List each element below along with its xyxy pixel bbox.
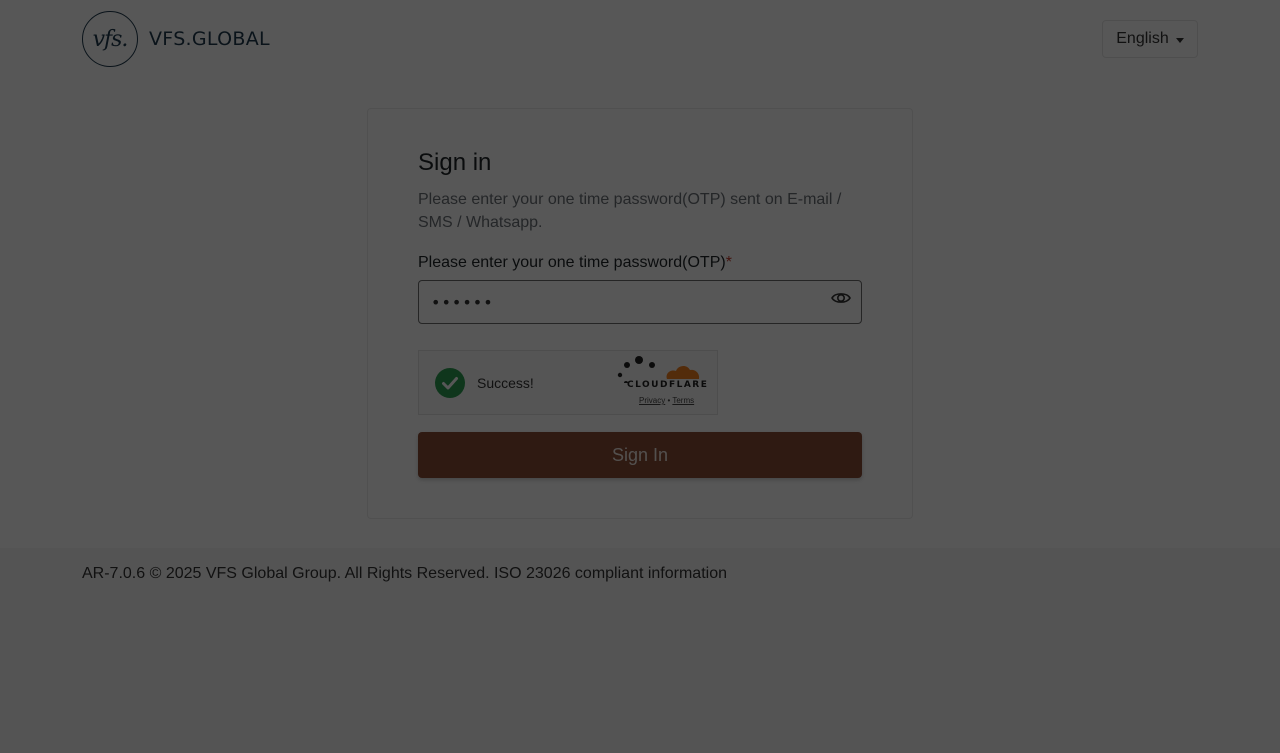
cloudflare-logo-icon xyxy=(617,356,700,385)
link-separator: • xyxy=(667,396,671,405)
signin-button[interactable]: Sign In xyxy=(418,432,862,478)
header: vfs. VFS.GLOBAL English xyxy=(0,0,1280,78)
footer-text: AR-7.0.6 © 2025 VFS Global Group. All Ri… xyxy=(82,565,727,582)
otp-label-text: Please enter your one time password(OTP) xyxy=(418,254,726,271)
language-dropdown[interactable]: English xyxy=(1102,20,1198,58)
captcha-widget[interactable]: Success! CLOUDFLARE Privacy • Terms xyxy=(418,350,718,415)
otp-input[interactable] xyxy=(418,280,862,324)
page: vfs. VFS.GLOBAL English Sign in Please e… xyxy=(0,0,1280,753)
required-marker: * xyxy=(725,254,732,271)
cloudflare-wordmark: CLOUDFLARE xyxy=(627,380,709,390)
captcha-status: Success! xyxy=(477,375,534,391)
signin-subtitle: Please enter your one time password(OTP)… xyxy=(418,191,842,231)
logo-text: VFS.GLOBAL xyxy=(149,28,270,50)
chevron-down-icon xyxy=(1175,37,1184,43)
logo-mark-text: vfs. xyxy=(92,26,129,52)
page-title: Sign in xyxy=(418,149,492,176)
language-label: English xyxy=(1116,30,1169,47)
check-circle-icon xyxy=(435,368,465,398)
cloudflare-links: Privacy • Terms xyxy=(639,396,694,405)
cloudflare-branding: CLOUDFLARE Privacy • Terms xyxy=(617,355,707,411)
logo-mark: vfs. xyxy=(82,11,138,67)
signin-card: Sign in Please enter your one time passw… xyxy=(367,108,913,519)
privacy-link[interactable]: Privacy xyxy=(639,396,665,405)
terms-link[interactable]: Terms xyxy=(672,396,694,405)
vfs-logo[interactable]: vfs. VFS.GLOBAL xyxy=(82,10,282,68)
otp-label: Please enter your one time password(OTP)… xyxy=(418,254,732,272)
eye-icon[interactable] xyxy=(831,290,851,306)
